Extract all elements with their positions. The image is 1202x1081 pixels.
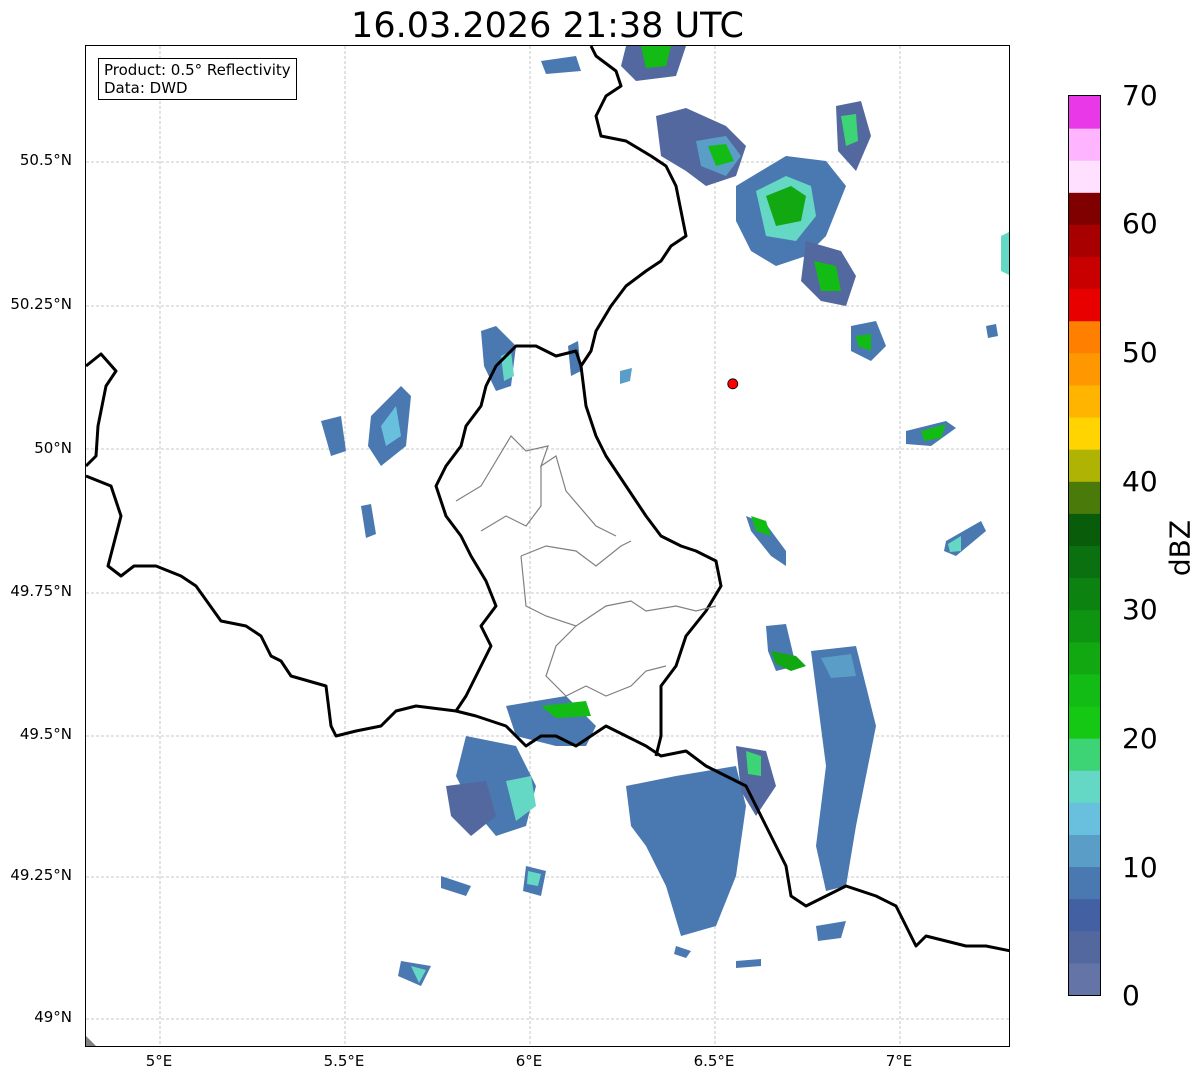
echo-cell xyxy=(321,416,346,456)
echo-cell xyxy=(1001,232,1009,275)
colorbar-segment xyxy=(1069,513,1100,546)
colorbar-segment xyxy=(1069,898,1100,932)
colorbar-segment xyxy=(1069,481,1100,514)
colorbar-segment xyxy=(1069,577,1100,611)
lat-label-49.75: 49.75°N xyxy=(10,582,72,600)
colorbar-segment xyxy=(1069,224,1100,258)
colorbar-segment xyxy=(1069,641,1100,675)
echo-cell xyxy=(811,646,876,891)
echo-cell xyxy=(674,946,691,958)
colorbar-segment xyxy=(1069,930,1100,964)
lat-label-50: 50°N xyxy=(34,439,72,457)
colorbar-segment xyxy=(1069,288,1100,322)
lat-label-49: 49°N xyxy=(34,1008,72,1026)
colorbar xyxy=(1068,95,1101,996)
colorbar-segment xyxy=(1069,384,1100,418)
echo-cell xyxy=(986,324,998,338)
colorbar-label-50: 50 xyxy=(1122,336,1158,369)
colorbar-label-60: 60 xyxy=(1122,207,1158,240)
lat-label-49.25: 49.25°N xyxy=(10,866,72,884)
colorbar-label-20: 20 xyxy=(1122,722,1158,755)
info-data-source: Data: DWD xyxy=(104,79,188,97)
colorbar-unit: dBZ xyxy=(1163,519,1197,577)
colorbar-segment xyxy=(1069,673,1100,707)
map-title: 16.03.2026 21:38 UTC xyxy=(351,6,744,46)
echo-cell xyxy=(398,961,431,986)
info-box: Product: 0.5° Reflectivity Data: DWD xyxy=(98,58,297,100)
colorbar-segment xyxy=(1069,770,1100,803)
radar-echoes xyxy=(321,46,1009,986)
colorbar-label-10: 10 xyxy=(1122,851,1158,884)
colorbar-segment xyxy=(1069,609,1100,643)
colorbar-label-40: 40 xyxy=(1122,465,1158,498)
colorbar-segment xyxy=(1069,866,1100,900)
colorbar-segment xyxy=(1069,160,1100,193)
echo-cell xyxy=(541,56,581,74)
echo-cell xyxy=(441,876,471,896)
lon-label-5.5: 5.5°E xyxy=(323,1052,365,1070)
map-corner-shade xyxy=(86,1036,96,1046)
colorbar-segment xyxy=(1069,128,1100,161)
colorbar-segment xyxy=(1069,545,1100,579)
colorbar-gradient xyxy=(1069,96,1100,996)
colorbar-segment xyxy=(1069,802,1100,835)
colorbar-label-30: 30 xyxy=(1122,593,1158,626)
lon-label-7: 7°E xyxy=(885,1052,913,1070)
info-product: Product: 0.5° Reflectivity xyxy=(104,61,291,79)
colorbar-segment xyxy=(1069,352,1100,386)
echo-cell xyxy=(736,959,761,968)
echo-cell xyxy=(620,368,632,384)
lat-label-49.5: 49.5°N xyxy=(19,725,72,743)
colorbar-segment xyxy=(1069,256,1100,290)
lon-label-6: 6°E xyxy=(515,1052,543,1070)
lat-label-50.5: 50.5°N xyxy=(19,151,72,169)
colorbar-segment xyxy=(1069,738,1100,771)
colorbar-segment xyxy=(1069,706,1100,739)
radar-map[interactable]: Product: 0.5° Reflectivity Data: DWD xyxy=(85,45,1010,1047)
lat-label-50.25: 50.25°N xyxy=(10,295,72,313)
colorbar-segment xyxy=(1069,834,1100,868)
colorbar-segment xyxy=(1069,417,1100,450)
colorbar-segment xyxy=(1069,192,1100,225)
colorbar-segment xyxy=(1069,962,1100,996)
colorbar-label-70: 70 xyxy=(1122,79,1158,112)
colorbar-label-0: 0 xyxy=(1122,979,1140,1012)
echo-cell xyxy=(361,504,376,538)
lon-label-5: 5°E xyxy=(145,1052,173,1070)
echo-cell xyxy=(626,766,746,936)
map-canvas xyxy=(86,46,1009,1046)
district-borders xyxy=(455,435,717,697)
echo-cell xyxy=(816,921,846,941)
radar-site-marker xyxy=(727,378,739,390)
colorbar-segment xyxy=(1069,320,1100,354)
colorbar-segment xyxy=(1069,449,1100,482)
lon-label-6.5: 6.5°E xyxy=(693,1052,735,1070)
colorbar-segment xyxy=(1069,96,1100,129)
country-borders xyxy=(86,46,1009,953)
